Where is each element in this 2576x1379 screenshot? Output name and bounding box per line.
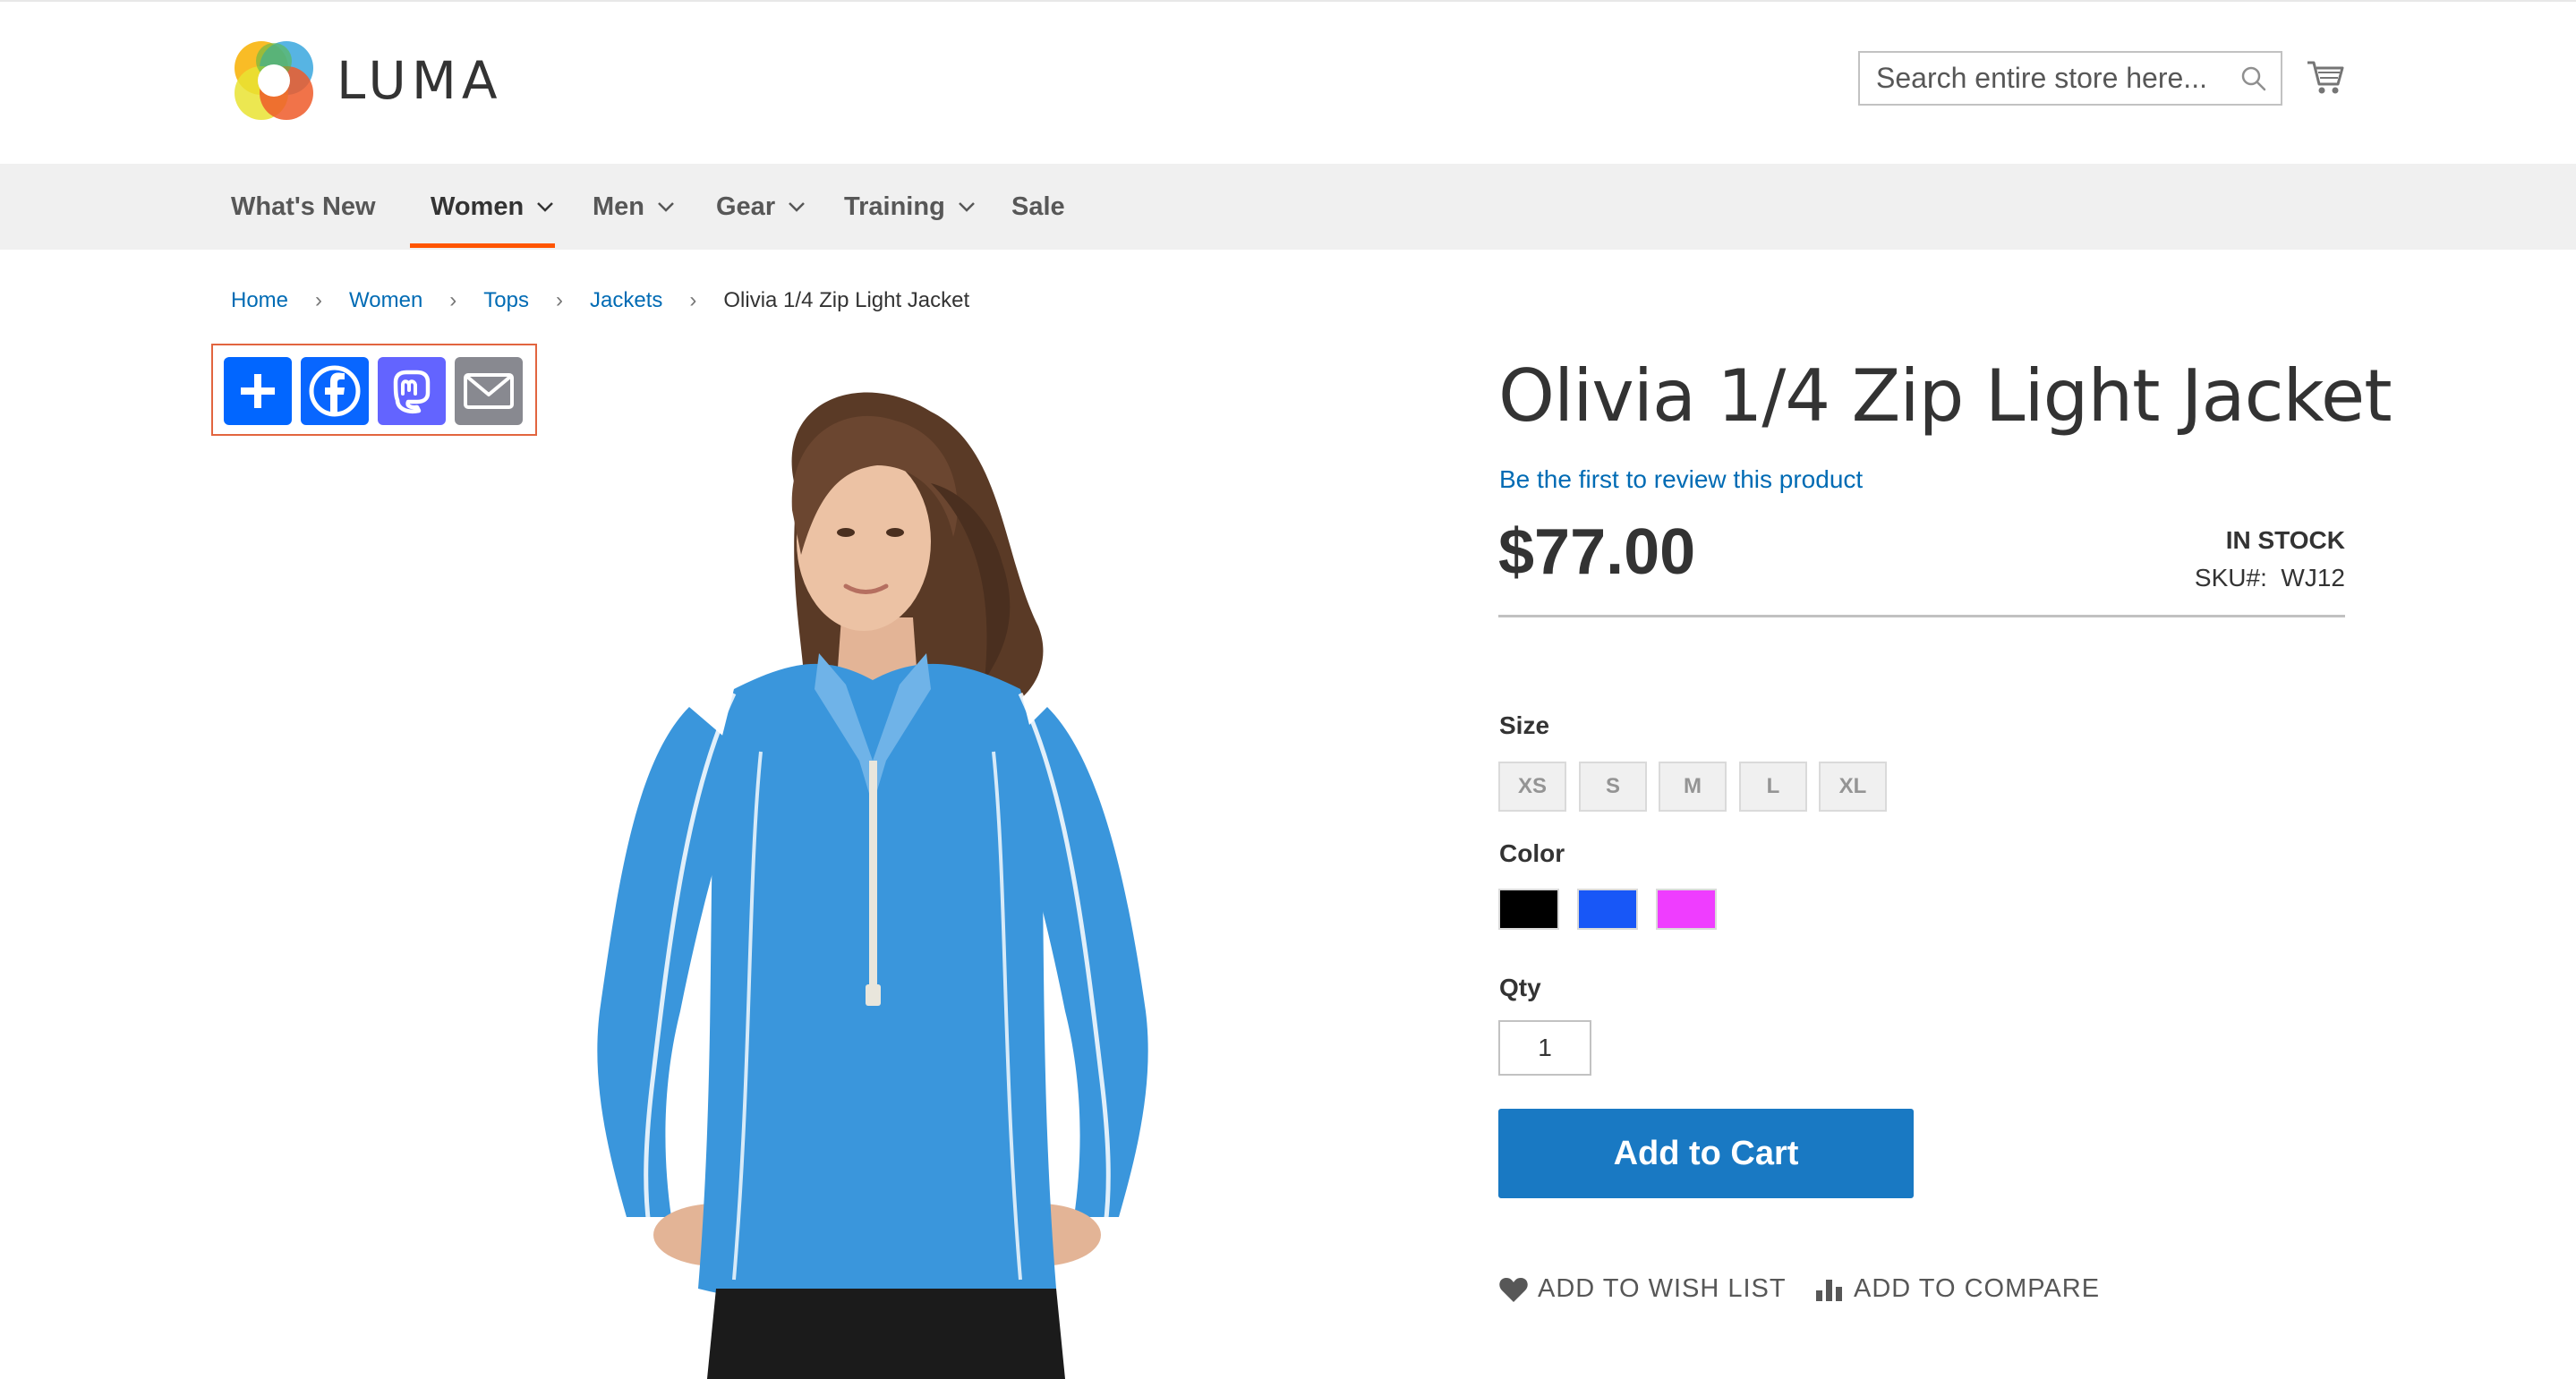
search-input[interactable] <box>1860 53 2234 104</box>
color-swatch-black[interactable] <box>1498 889 1559 930</box>
nav-item-women[interactable]: Women <box>431 164 554 250</box>
breadcrumb-current: Olivia 1/4 Zip Light Jacket <box>723 288 970 312</box>
nav-label: Sale <box>1011 192 1065 221</box>
product-main-image[interactable] <box>465 385 1289 1379</box>
share-plus-button[interactable] <box>224 357 292 425</box>
mastodon-icon <box>393 370 431 413</box>
logo-text: LUMA <box>337 50 503 111</box>
add-to-wishlist-link[interactable]: ADD TO WISH LIST <box>1498 1274 1787 1304</box>
page-header: LUMA <box>0 2 2576 163</box>
size-option-m[interactable]: M <box>1659 762 1727 812</box>
nav-label: Men <box>593 192 644 221</box>
search-icon[interactable] <box>2239 64 2268 93</box>
price-divider <box>1498 615 2345 617</box>
breadcrumb: Home › Women › Tops › Jackets › Olivia 1… <box>231 288 969 313</box>
facebook-icon <box>309 365 361 417</box>
add-to-compare-link[interactable]: ADD TO COMPARE <box>1814 1274 2100 1304</box>
wishlist-label: ADD TO WISH LIST <box>1538 1274 1787 1303</box>
add-to-cart-button[interactable]: Add to Cart <box>1498 1109 1914 1198</box>
nav-label: Gear <box>716 192 776 221</box>
size-option-s[interactable]: S <box>1579 762 1647 812</box>
breadcrumb-separator: › <box>689 288 697 312</box>
breadcrumb-separator: › <box>556 288 563 312</box>
store-logo[interactable]: LUMA <box>231 38 503 123</box>
size-option-l[interactable]: L <box>1739 762 1807 812</box>
nav-label: Training <box>844 192 945 221</box>
sku-value: WJ12 <box>2281 564 2345 592</box>
luma-logo-icon <box>235 41 313 120</box>
nav-item-training[interactable]: Training <box>844 164 976 250</box>
chevron-down-icon <box>789 202 805 212</box>
nav-item-gear[interactable]: Gear <box>716 164 806 250</box>
compare-icon <box>1816 1279 1842 1301</box>
product-price: $77.00 <box>1498 516 1696 588</box>
chevron-down-icon <box>658 202 674 212</box>
breadcrumb-link-tops[interactable]: Tops <box>483 288 529 313</box>
breadcrumb-separator: › <box>449 288 457 312</box>
size-label: Size <box>1499 711 1550 739</box>
heart-icon <box>1499 1277 1528 1302</box>
color-swatch-purple[interactable] <box>1656 889 1717 930</box>
compare-label: ADD TO COMPARE <box>1854 1274 2101 1303</box>
chevron-down-icon <box>958 202 975 212</box>
share-facebook-button[interactable] <box>301 357 369 425</box>
product-sku: SKU#: WJ12 <box>2195 564 2345 592</box>
qty-label: Qty <box>1499 974 1541 1001</box>
breadcrumb-link-women[interactable]: Women <box>349 288 422 313</box>
nav-item-sale[interactable]: Sale <box>1011 164 1065 250</box>
nav-item-whats-new[interactable]: What's New <box>231 164 376 250</box>
breadcrumb-link-home[interactable]: Home <box>231 288 288 313</box>
nav-item-men[interactable]: Men <box>593 164 675 250</box>
color-label: Color <box>1499 839 1565 867</box>
share-mastodon-button[interactable] <box>378 357 446 425</box>
plus-icon <box>241 374 275 408</box>
nav-active-indicator <box>410 243 555 248</box>
cart-icon[interactable] <box>2306 57 2345 97</box>
qty-input[interactable] <box>1498 1020 1591 1076</box>
chevron-down-icon <box>537 202 554 212</box>
breadcrumb-link-jackets[interactable]: Jackets <box>590 288 662 313</box>
review-link[interactable]: Be the first to review this product <box>1499 465 1863 494</box>
sku-label: SKU#: <box>2194 564 2267 592</box>
product-title: Olivia 1/4 Zip Light Jacket <box>1498 354 2393 438</box>
search-box <box>1858 51 2282 106</box>
nav-label: Women <box>431 192 525 221</box>
main-navigation: What's New Women Men Gear Training Sale <box>0 164 2576 250</box>
size-option-xs[interactable]: XS <box>1498 762 1566 812</box>
color-swatch-blue[interactable] <box>1577 889 1638 930</box>
size-option-xl[interactable]: XL <box>1819 762 1887 812</box>
breadcrumb-separator: › <box>315 288 323 312</box>
nav-label: What's New <box>231 192 376 221</box>
stock-status: IN STOCK <box>2225 526 2345 554</box>
